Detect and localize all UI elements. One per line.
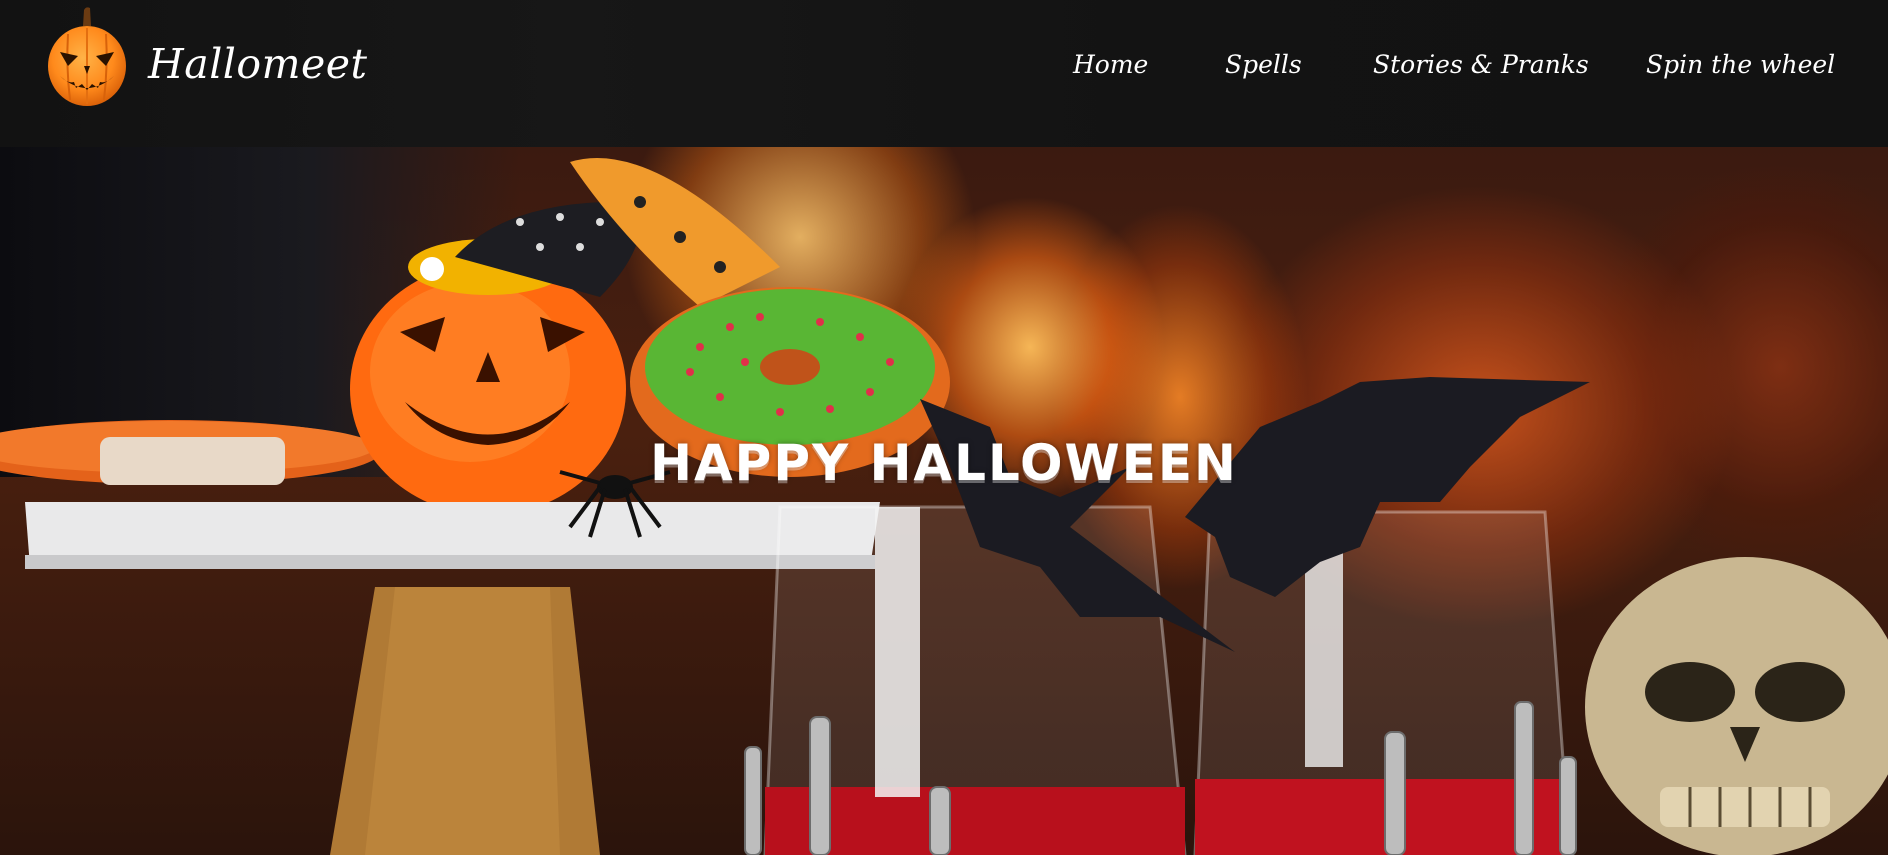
nav-spells[interactable]: Spells [1225, 50, 1302, 79]
site-header: Hallomeet Home Spells Stories & Pranks S… [0, 0, 1888, 147]
brand-name[interactable]: Hallomeet [148, 40, 368, 88]
jack-o-lantern-icon[interactable] [46, 4, 128, 108]
hero-title: HAPPY HALLOWEEN [650, 434, 1238, 492]
nav-spin-the-wheel[interactable]: Spin the wheel [1646, 50, 1835, 79]
nav-home[interactable]: Home [1073, 50, 1148, 79]
hero-banner: HAPPY HALLOWEEN [0, 147, 1888, 855]
halloween-party-photo [0, 157, 1888, 855]
nav-stories-pranks[interactable]: Stories & Pranks [1373, 50, 1589, 79]
page: Hallomeet Home Spells Stories & Pranks S… [0, 0, 1888, 855]
